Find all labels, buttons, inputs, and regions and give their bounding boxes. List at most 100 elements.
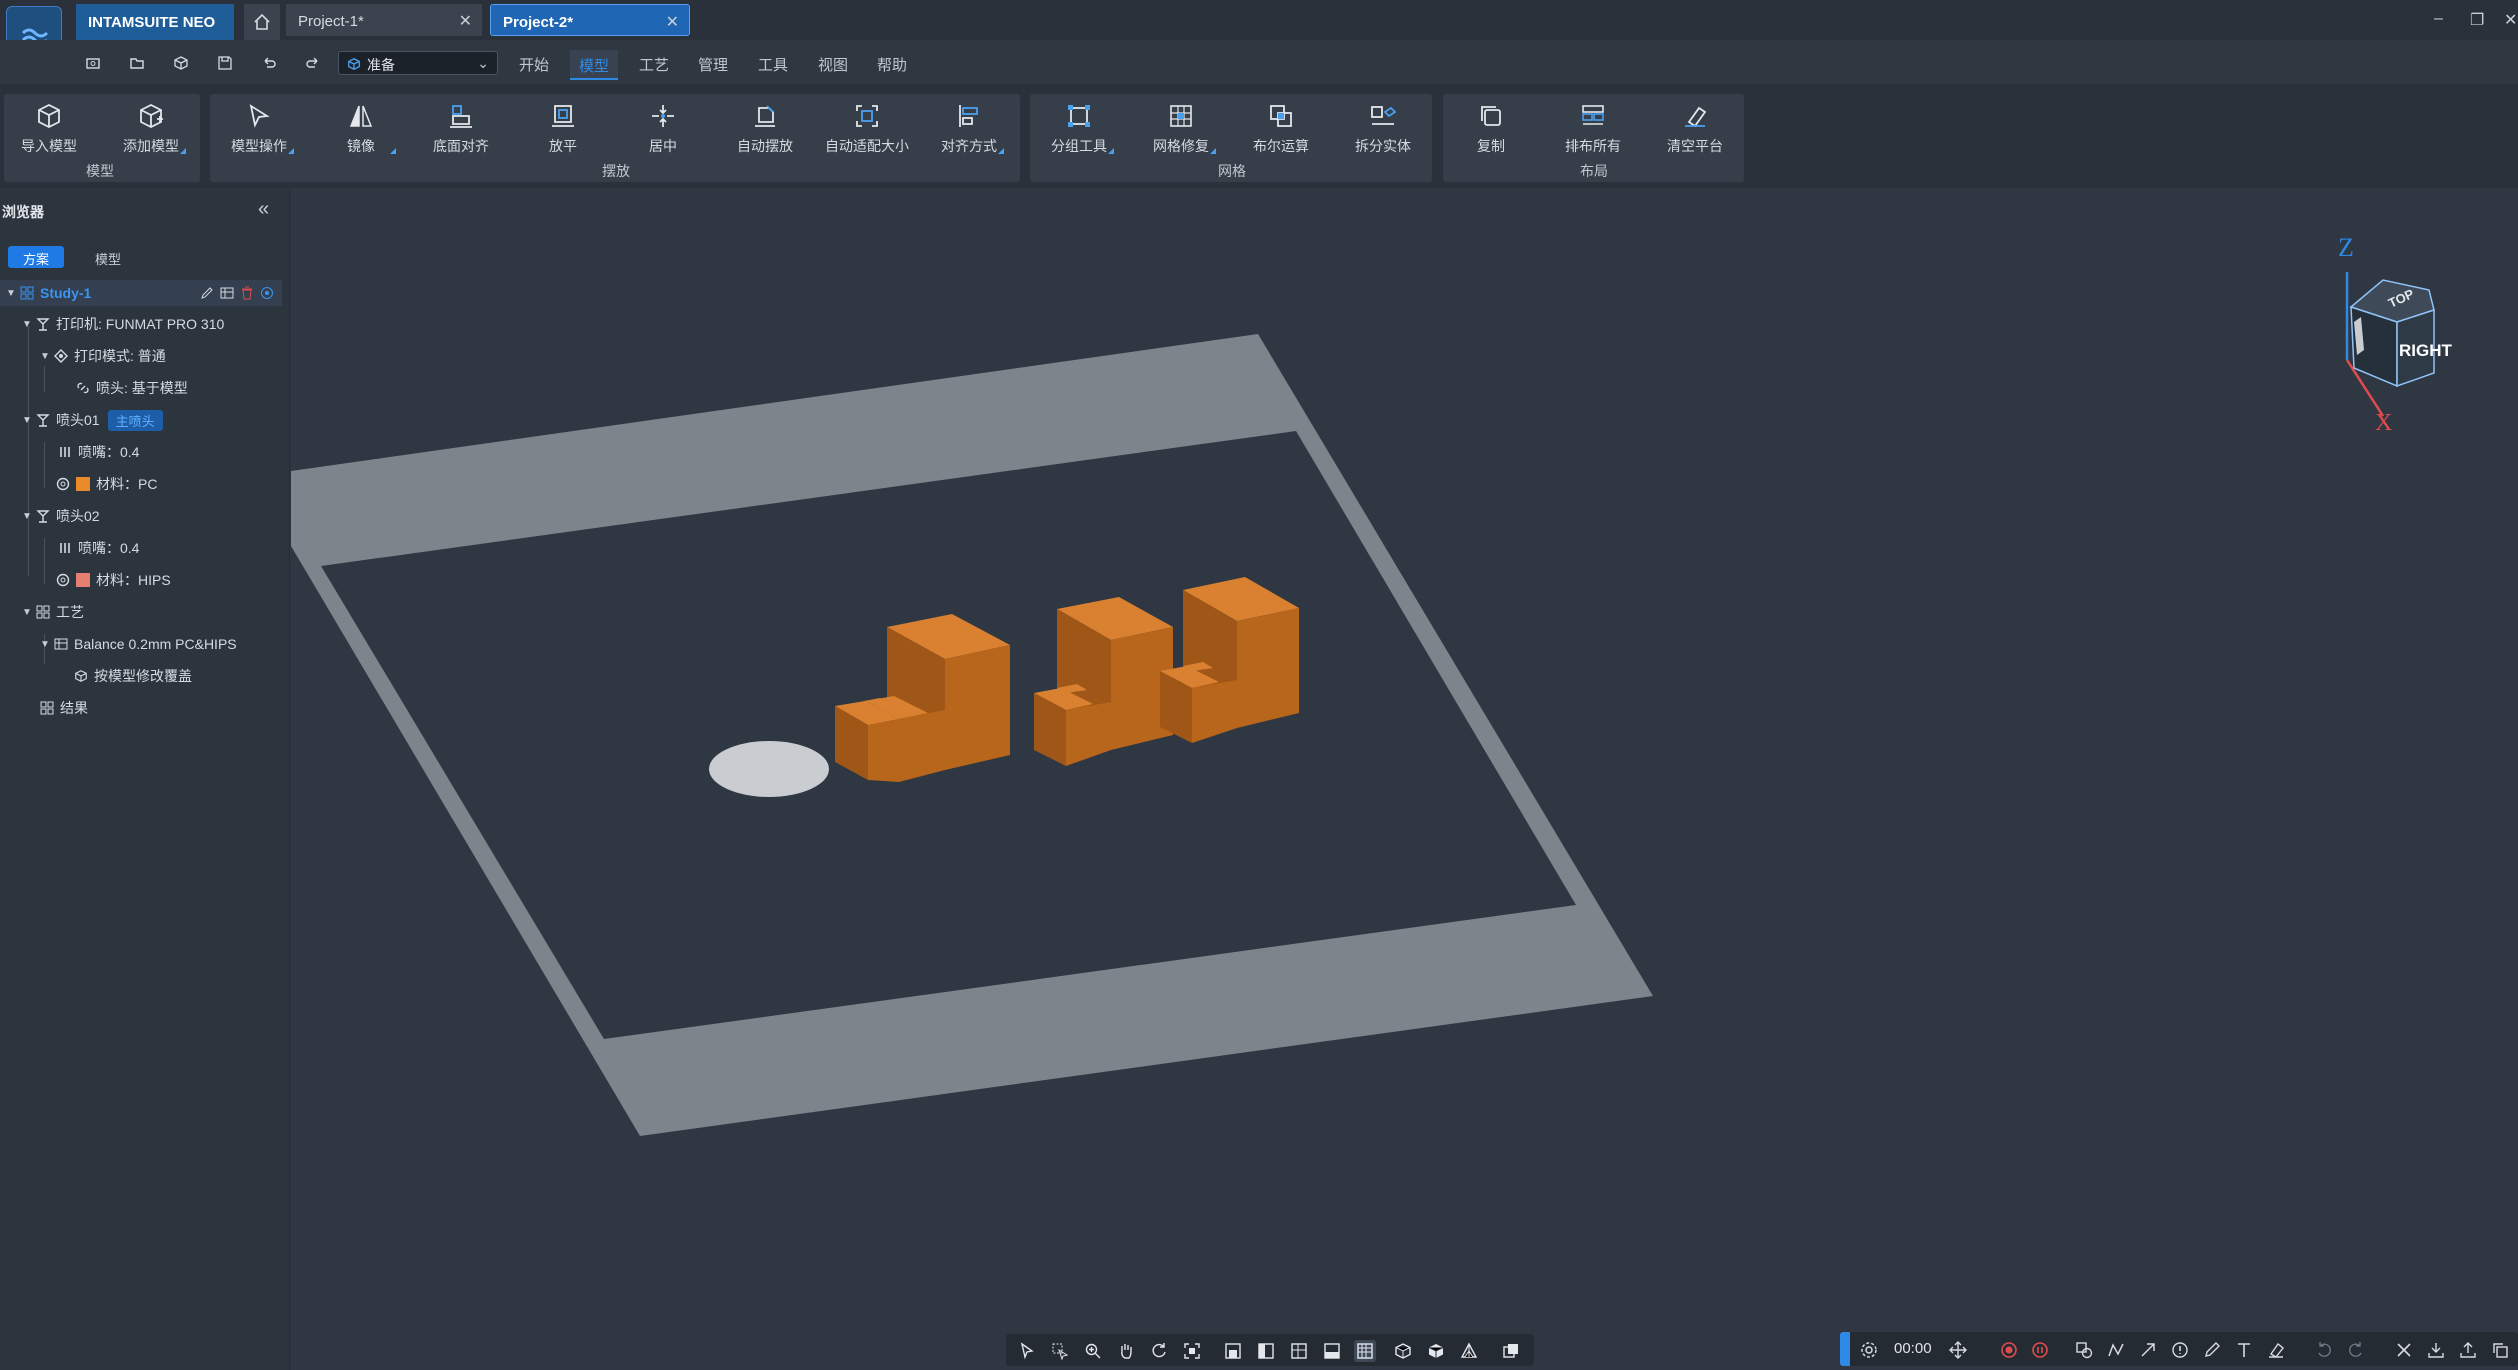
menu-tab-manage[interactable]: 管理 — [698, 54, 728, 75]
anno-undo-button[interactable] — [2313, 1339, 2335, 1361]
anno-pause-button[interactable] — [2029, 1339, 2051, 1361]
tree-item-process[interactable]: ▼ 工艺 — [22, 599, 84, 625]
3d-viewport[interactable]: TOP RIGHT Z X — [291, 190, 2518, 1370]
copy-button[interactable]: 复制 — [1446, 100, 1536, 160]
target-icon[interactable] — [260, 286, 274, 300]
view-right-button[interactable] — [1288, 1340, 1310, 1362]
anno-text-button[interactable] — [2233, 1339, 2255, 1361]
restore-button[interactable]: ❐ — [2470, 10, 2484, 30]
tree-item-study[interactable]: ▼ Study-1 — [0, 280, 282, 306]
tree-item-head-2-nozzle[interactable]: 喷嘴：0.4 — [58, 535, 139, 561]
view-left-button[interactable] — [1255, 1340, 1277, 1362]
auto-place-button[interactable]: 自动摆放 — [720, 100, 810, 160]
tree-item-head-2[interactable]: ▼ 喷头02 — [22, 503, 100, 529]
layers-button[interactable] — [1500, 1340, 1522, 1362]
menu-tab-tools[interactable]: 工具 — [758, 54, 788, 75]
redo-button[interactable] — [302, 52, 324, 74]
save-button[interactable] — [214, 52, 236, 74]
anno-polyline-button[interactable] — [2105, 1339, 2127, 1361]
add-model-button[interactable]: 添加模型 — [106, 100, 196, 160]
anno-move-button[interactable] — [1947, 1339, 1969, 1361]
group-tool-button[interactable]: 分组工具 — [1034, 100, 1124, 160]
mirror-button[interactable]: 镜像 — [316, 100, 406, 160]
table-icon[interactable] — [220, 286, 234, 300]
stage-select[interactable]: 准备 ⌄ — [338, 51, 498, 75]
tree-item-head-2-material[interactable]: 材料：HIPS — [56, 567, 171, 593]
wireframe-button[interactable] — [1425, 1340, 1447, 1362]
tab-project-1[interactable]: Project-1* ✕ — [286, 4, 482, 36]
home-button[interactable] — [244, 4, 280, 40]
tree-item-nozzle-mode[interactable]: 喷头: 基于模型 — [76, 375, 188, 401]
edit-icon[interactable] — [200, 286, 214, 300]
auto-fit-size-button[interactable]: 自动适配大小 — [822, 100, 912, 160]
menu-tab-model[interactable]: 模型 — [570, 50, 618, 80]
perspective-button[interactable] — [1458, 1340, 1480, 1362]
anno-export-button[interactable] — [2457, 1339, 2479, 1361]
mesh-repair-button[interactable]: 网格修复 — [1136, 100, 1226, 160]
close-tab-icon[interactable]: ✕ — [459, 11, 472, 31]
model-button[interactable] — [170, 52, 192, 74]
rotate-button[interactable] — [1148, 1340, 1170, 1362]
tree-item-head-1-material[interactable]: 材料：PC — [56, 471, 157, 497]
close-window-button[interactable]: ✕ — [2504, 10, 2517, 30]
anno-settings-button[interactable] — [1858, 1339, 1880, 1361]
new-button[interactable] — [82, 52, 104, 74]
tree-item-print-mode[interactable]: ▼ 打印模式: 普通 — [40, 343, 166, 369]
view-cube[interactable]: TOP RIGHT Z X — [2338, 233, 2453, 436]
menu-tab-help[interactable]: 帮助 — [877, 54, 907, 75]
anno-info-button[interactable] — [2169, 1339, 2191, 1361]
align-bottom-button[interactable]: 底面对齐 — [416, 100, 506, 160]
anno-record-button[interactable] — [1998, 1339, 2020, 1361]
anno-close-button[interactable] — [2393, 1339, 2415, 1361]
segment-plan[interactable]: 方案 — [8, 246, 64, 268]
delete-icon[interactable] — [240, 286, 254, 300]
anno-redo-button[interactable] — [2345, 1339, 2367, 1361]
anno-arrow-button[interactable] — [2137, 1339, 2159, 1361]
anno-copy-button[interactable] — [2489, 1339, 2511, 1361]
menu-tab-view[interactable]: 视图 — [818, 54, 848, 75]
open-button[interactable] — [126, 52, 148, 74]
tree-item-head-1[interactable]: ▼ 喷头01 主喷头 — [22, 407, 163, 433]
fit-button[interactable] — [1181, 1340, 1203, 1362]
tree-item-results[interactable]: 结果 — [40, 695, 88, 721]
select-button[interactable] — [1016, 1340, 1038, 1362]
scene-canvas[interactable]: TOP RIGHT Z X — [291, 190, 2518, 1370]
anno-pen-button[interactable] — [2201, 1339, 2223, 1361]
anno-download-button[interactable] — [2425, 1339, 2447, 1361]
center-button[interactable]: 居中 — [618, 100, 708, 160]
pan-hand-button[interactable] — [1115, 1340, 1137, 1362]
menu-tab-process[interactable]: 工艺 — [639, 54, 669, 75]
view-front-button[interactable] — [1222, 1340, 1244, 1362]
anno-eraser-button[interactable] — [2265, 1339, 2287, 1361]
tree-item-override[interactable]: 按模型修改覆盖 — [74, 663, 192, 689]
close-tab-icon[interactable]: ✕ — [666, 12, 679, 32]
split-solid-button[interactable]: 拆分实体 — [1338, 100, 1428, 160]
lay-flat-button[interactable]: 放平 — [518, 100, 608, 160]
undo-button[interactable] — [258, 52, 280, 74]
view-bottom-button[interactable] — [1321, 1340, 1343, 1362]
view-back-button[interactable] — [1354, 1340, 1376, 1362]
anno-shapes-button[interactable] — [2073, 1339, 2095, 1361]
close-icon — [2397, 1343, 2411, 1357]
tree-item-profile[interactable]: ▼ Balance 0.2mm PC&HIPS — [40, 631, 237, 657]
zoom-button[interactable] — [1082, 1340, 1104, 1362]
model-operation-button[interactable]: 模型操作 — [214, 100, 304, 160]
clear-platform-button[interactable]: 清空平台 — [1650, 100, 1740, 160]
tree-item-printer[interactable]: ▼ 打印机: FUNMAT PRO 310 — [22, 311, 224, 337]
main-head-badge: 主喷头 — [107, 409, 163, 431]
tree-item-head-1-nozzle[interactable]: 喷嘴：0.4 — [58, 439, 139, 465]
wipe-tower[interactable] — [709, 741, 829, 797]
menu-tab-start[interactable]: 开始 — [519, 54, 549, 75]
arrange-all-button[interactable]: 排布所有 — [1548, 100, 1638, 160]
import-model-button[interactable]: 导入模型 — [4, 100, 94, 160]
segment-model[interactable]: 模型 — [80, 246, 136, 268]
tab-project-2[interactable]: Project-2* ✕ — [490, 4, 690, 36]
box-select-button[interactable] — [1049, 1340, 1071, 1362]
collapse-panel-icon[interactable]: « — [258, 198, 269, 221]
copy-icon — [2493, 1343, 2508, 1358]
align-mode-button[interactable]: 对齐方式 — [924, 100, 1014, 160]
toolbar-grip[interactable] — [1840, 1332, 1850, 1366]
boolean-button[interactable]: 布尔运算 — [1236, 100, 1326, 160]
minimize-button[interactable]: – — [2434, 10, 2443, 28]
shaded-button[interactable] — [1392, 1340, 1414, 1362]
